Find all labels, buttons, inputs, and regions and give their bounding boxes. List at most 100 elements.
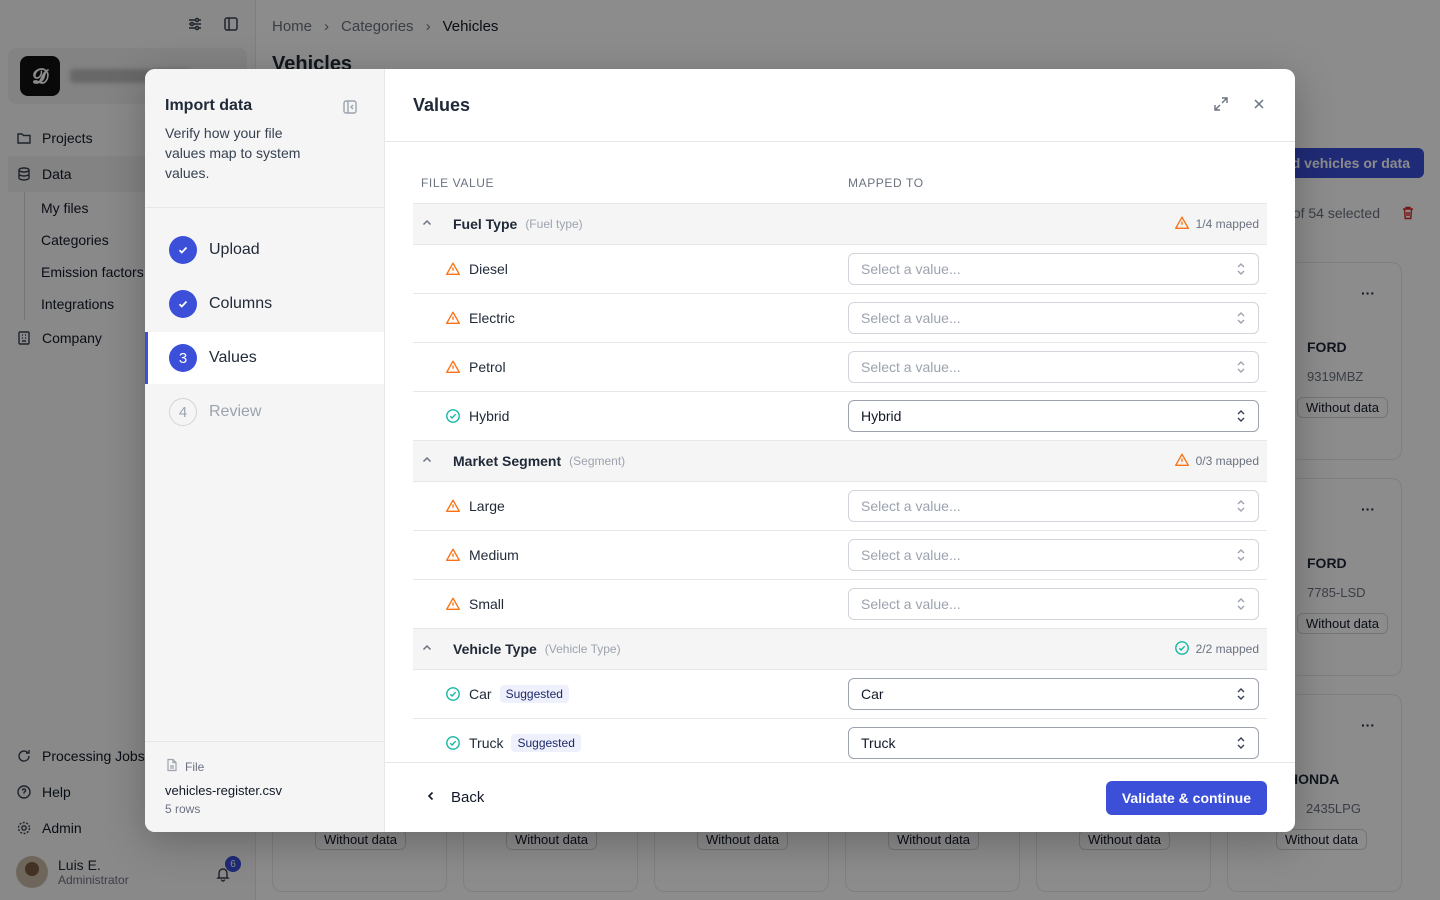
- file-value: Medium: [445, 547, 848, 563]
- group-name: Fuel Type: [453, 216, 518, 232]
- value-select[interactable]: Select a value...: [848, 588, 1259, 620]
- file-value-label: Hybrid: [469, 408, 510, 424]
- file-value-label: Car: [469, 686, 492, 702]
- select-placeholder: Select a value...: [861, 359, 961, 375]
- selected-value: Car: [861, 686, 884, 702]
- step-list: Upload Columns 3 Values 4 Review: [145, 208, 384, 438]
- file-rows: 5 rows: [165, 802, 201, 816]
- file-value-label: Medium: [469, 547, 519, 563]
- mapping-group-header[interactable]: Vehicle Type (Vehicle Type) 2/2 mapped: [413, 629, 1267, 670]
- group-status-text: 2/2 mapped: [1195, 642, 1259, 656]
- suggested-badge: Suggested: [499, 685, 569, 703]
- value-select[interactable]: Truck: [848, 727, 1259, 759]
- step-upload[interactable]: Upload: [145, 224, 384, 276]
- select-placeholder: Select a value...: [861, 498, 961, 514]
- step-label: Columns: [209, 295, 273, 312]
- file-value: Diesel: [445, 261, 848, 277]
- chevron-up-icon[interactable]: [421, 453, 445, 469]
- check-circle-icon: [445, 408, 461, 424]
- file-name: vehicles-register.csv: [165, 783, 283, 798]
- file-icon: [165, 758, 179, 775]
- back-button[interactable]: Back: [425, 789, 484, 806]
- chevron-updown-icon: [1236, 687, 1246, 701]
- group-name: Market Segment: [453, 453, 562, 469]
- file-label: File: [165, 758, 364, 775]
- check-circle-icon: [1174, 640, 1190, 659]
- suggested-badge: Suggested: [511, 734, 581, 752]
- mapping-row: Large Select a value...: [413, 482, 1267, 531]
- value-select[interactable]: Car: [848, 678, 1259, 710]
- check-circle-icon: [445, 735, 461, 751]
- mapping-row: Electric Select a value...: [413, 294, 1267, 343]
- group-field: (Segment): [569, 454, 626, 468]
- chevron-updown-icon: [1236, 499, 1246, 513]
- mapping-row: Hybrid Hybrid: [413, 392, 1267, 441]
- group-field: (Fuel type): [525, 217, 583, 231]
- selected-value: Hybrid: [861, 408, 902, 424]
- step-values[interactable]: 3 Values: [145, 332, 384, 384]
- file-value: Electric: [445, 310, 848, 326]
- file-value: Car Suggested: [445, 685, 848, 703]
- select-placeholder: Select a value...: [861, 310, 961, 326]
- group-status-text: 1/4 mapped: [1195, 217, 1259, 231]
- column-file-value: FILE VALUE: [421, 175, 495, 190]
- value-select[interactable]: Hybrid: [848, 400, 1259, 432]
- file-value-label: Electric: [469, 310, 515, 326]
- file-value-label: Large: [469, 498, 505, 514]
- chevron-updown-icon: [1236, 548, 1246, 562]
- file-info: File vehicles-register.csv 5 rows: [145, 741, 384, 832]
- step-review: 4 Review: [145, 386, 384, 438]
- chevron-updown-icon: [1236, 262, 1246, 276]
- warning-icon: [445, 359, 461, 375]
- values-panel: Values FILE VALUE MAPPED TO Fuel Type (Fu…: [385, 69, 1295, 832]
- file-label-text: File: [185, 759, 205, 774]
- chevron-up-icon[interactable]: [421, 216, 445, 232]
- value-select[interactable]: Select a value...: [848, 351, 1259, 383]
- group-status: 2/2 mapped: [1174, 640, 1259, 659]
- mapping-group-header[interactable]: Market Segment (Segment) 0/3 mapped: [413, 441, 1267, 482]
- mapping-group-header[interactable]: Fuel Type (Fuel type) 1/4 mapped: [413, 204, 1267, 245]
- mapping-row: Diesel Select a value...: [413, 245, 1267, 294]
- group-status: 0/3 mapped: [1174, 452, 1259, 471]
- validate-continue-button[interactable]: Validate & continue: [1105, 780, 1267, 815]
- expand-icon[interactable]: [1213, 96, 1229, 115]
- value-select[interactable]: Select a value...: [848, 253, 1259, 285]
- file-value-label: Petrol: [469, 359, 506, 375]
- mapping-row: Small Select a value...: [413, 580, 1267, 629]
- group-status: 1/4 mapped: [1174, 215, 1259, 234]
- close-icon[interactable]: [1251, 96, 1267, 115]
- warning-icon: [445, 596, 461, 612]
- steps-header: Import data Verify how your file values …: [145, 69, 384, 208]
- value-select[interactable]: Select a value...: [848, 490, 1259, 522]
- mapping-row: Car Suggested Car: [413, 670, 1267, 719]
- import-steps-panel: Import data Verify how your file values …: [145, 69, 385, 832]
- step-label: Upload: [209, 241, 260, 258]
- warning-icon: [445, 261, 461, 277]
- chevron-updown-icon: [1236, 736, 1246, 750]
- chevron-up-icon[interactable]: [421, 641, 445, 657]
- step-columns[interactable]: Columns: [145, 278, 384, 330]
- file-value: Truck Suggested: [445, 734, 848, 752]
- chevron-updown-icon: [1236, 409, 1246, 423]
- check-icon: [169, 290, 197, 318]
- file-value-label: Truck: [469, 735, 504, 751]
- chevron-updown-icon: [1236, 360, 1246, 374]
- modal-actions: [1213, 96, 1267, 115]
- warning-icon: [1174, 452, 1190, 471]
- values-header: Values: [385, 69, 1295, 142]
- selected-value: Truck: [861, 735, 896, 751]
- value-select[interactable]: Select a value...: [848, 539, 1259, 571]
- table-header: FILE VALUE MAPPED TO: [413, 162, 1267, 204]
- group-field: (Vehicle Type): [544, 642, 621, 656]
- file-value: Small: [445, 596, 848, 612]
- mapping-row: Petrol Select a value...: [413, 343, 1267, 392]
- group-name: Vehicle Type: [453, 641, 537, 657]
- warning-icon: [445, 310, 461, 326]
- file-value: Large: [445, 498, 848, 514]
- mapping-row: Medium Select a value...: [413, 531, 1267, 580]
- collapse-panel-icon[interactable]: [342, 99, 358, 118]
- import-modal: Import data Verify how your file values …: [145, 69, 1295, 832]
- warning-icon: [1174, 215, 1190, 234]
- chevron-left-icon: [425, 789, 437, 806]
- value-select[interactable]: Select a value...: [848, 302, 1259, 334]
